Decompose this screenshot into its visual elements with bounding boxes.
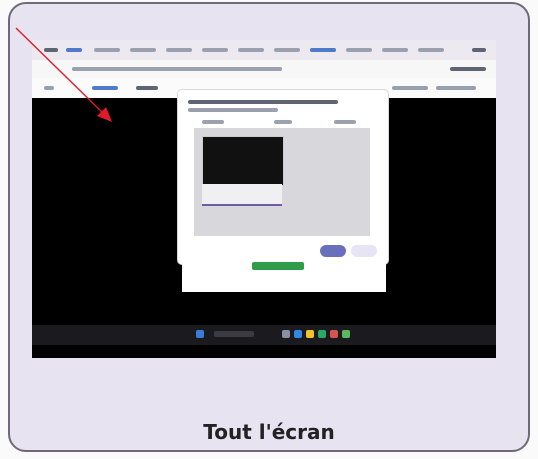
dialog-tab xyxy=(202,120,224,124)
tab-text xyxy=(202,48,228,52)
folder-icon xyxy=(306,330,314,338)
sharing-indicator-bar xyxy=(252,262,304,270)
windows-start-icon xyxy=(196,330,204,338)
dialog-subtitle xyxy=(188,108,278,112)
url-text xyxy=(72,67,282,71)
tab-text xyxy=(166,48,192,52)
taskbar-app-icon xyxy=(342,330,350,338)
dialog-title xyxy=(188,100,338,104)
mini-thumbnail-label xyxy=(202,184,282,206)
bookmark-text xyxy=(44,86,54,90)
taskbar-app-icon xyxy=(294,330,302,338)
taskbar-app-icon xyxy=(282,330,290,338)
taskbar-search-icon xyxy=(214,331,254,337)
tab-text xyxy=(44,48,58,52)
tab-text xyxy=(66,48,82,52)
taskbar xyxy=(32,325,496,345)
bookmark-text xyxy=(436,86,476,90)
taskbar-app-icon xyxy=(318,330,326,338)
bookmark-text xyxy=(136,86,158,90)
browser-icons xyxy=(450,67,486,71)
window-controls xyxy=(472,48,486,52)
tab-text xyxy=(238,48,264,52)
tab-text xyxy=(130,48,156,52)
tab-text xyxy=(310,48,336,52)
tab-text xyxy=(418,48,444,52)
taskbar-app-icon xyxy=(330,330,338,338)
screen-share-option[interactable]: Tout l'écran xyxy=(0,0,538,459)
option-label: Tout l'écran xyxy=(203,420,335,444)
dialog-tab xyxy=(334,120,356,124)
tab-text xyxy=(382,48,408,52)
dialog-tab xyxy=(274,120,292,124)
tab-text xyxy=(346,48,372,52)
bookmark-text xyxy=(392,86,428,90)
mini-screen-thumbnail xyxy=(202,136,284,186)
share-button[interactable] xyxy=(320,245,346,257)
browser-tab-row xyxy=(32,40,496,60)
bookmark-text xyxy=(92,86,118,90)
tab-text xyxy=(94,48,120,52)
cancel-button[interactable] xyxy=(351,245,377,257)
tab-text xyxy=(274,48,300,52)
browser-address-row xyxy=(32,60,496,78)
